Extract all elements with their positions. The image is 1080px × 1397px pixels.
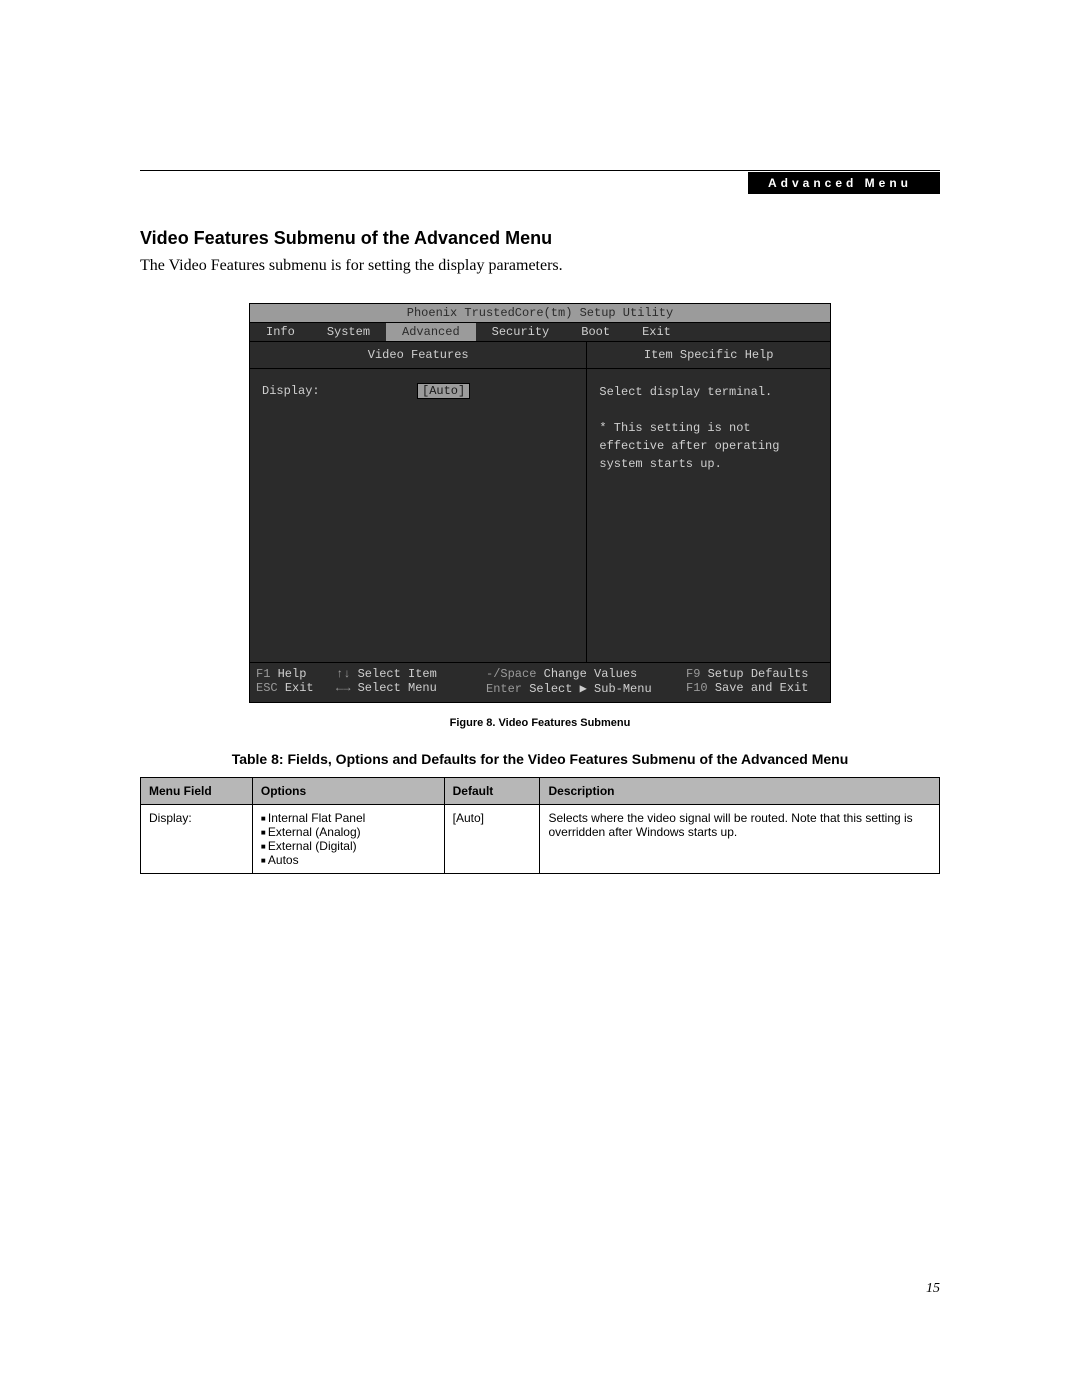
table-row: Display: Internal Flat Panel External (A…: [141, 805, 940, 874]
cell-menu-field: Display:: [141, 805, 253, 874]
th-menu-field: Menu Field: [141, 778, 253, 805]
features-table: Menu Field Options Default Description D…: [140, 777, 940, 874]
document-page: Advanced Menu Video Features Submenu of …: [0, 0, 1080, 1397]
bios-action-save-exit: Save and Exit: [715, 681, 809, 695]
top-horizontal-rule: [140, 170, 940, 171]
bios-menu-boot[interactable]: Boot: [565, 323, 626, 341]
option-item: Autos: [261, 853, 436, 867]
bios-display-label: Display:: [262, 384, 417, 398]
bios-menu-security[interactable]: Security: [476, 323, 566, 341]
bios-left-pane-title: Video Features: [250, 342, 586, 369]
page-number: 15: [926, 1281, 940, 1297]
bios-key-leftright: ←→: [336, 681, 350, 695]
figure-caption: Figure 8. Video Features Submenu: [140, 717, 940, 729]
bios-help-note: * This setting is not effective after op…: [599, 419, 818, 473]
bios-setting-row-display[interactable]: Display: [Auto]: [262, 383, 574, 399]
bios-key-enter: Enter: [486, 682, 522, 696]
bios-footer-row1: F1 Help ↑↓ Select Item -/Space Change Va…: [256, 667, 824, 681]
bios-action-help: Help: [278, 667, 307, 681]
table-header-row: Menu Field Options Default Description: [141, 778, 940, 805]
bios-key-space: -/Space: [486, 667, 536, 681]
bios-action-change-values: Change Values: [544, 667, 638, 681]
bios-left-content: Display: [Auto]: [250, 369, 586, 662]
option-item: External (Analog): [261, 825, 436, 839]
bios-action-select-menu: Select Menu: [358, 681, 437, 695]
bios-key-f9: F9: [686, 667, 700, 681]
bios-help-line1: Select display terminal.: [599, 383, 818, 401]
th-default: Default: [444, 778, 540, 805]
section-badge: Advanced Menu: [748, 172, 940, 194]
section-heading: Video Features Submenu of the Advanced M…: [140, 228, 940, 249]
bios-right-pane: Item Specific Help Select display termin…: [587, 342, 830, 662]
th-description: Description: [540, 778, 940, 805]
bios-footer-row2: ESC Exit ←→ Select Menu Enter Select ▶ S…: [256, 681, 824, 696]
cell-options: Internal Flat Panel External (Analog) Ex…: [252, 805, 444, 874]
bios-menu-info[interactable]: Info: [250, 323, 311, 341]
section-intro-text: The Video Features submenu is for settin…: [140, 257, 940, 275]
bios-body: Video Features Display: [Auto] Item Spec…: [250, 342, 830, 663]
bios-menu-system[interactable]: System: [311, 323, 386, 341]
th-options: Options: [252, 778, 444, 805]
bios-action-exit: Exit: [285, 681, 314, 695]
bios-action-select-submenu: Select ▶ Sub-Menu: [529, 682, 651, 696]
option-item: External (Digital): [261, 839, 436, 853]
bios-menu-advanced[interactable]: Advanced: [386, 323, 476, 341]
table-title: Table 8: Fields, Options and Defaults fo…: [140, 751, 940, 767]
bios-key-f1: F1: [256, 667, 270, 681]
bios-key-f10: F10: [686, 681, 708, 695]
bios-footer: F1 Help ↑↓ Select Item -/Space Change Va…: [250, 663, 830, 702]
option-item: Internal Flat Panel: [261, 811, 436, 825]
bios-screenshot: Phoenix TrustedCore(tm) Setup Utility In…: [249, 303, 831, 703]
bios-title-bar: Phoenix TrustedCore(tm) Setup Utility: [250, 304, 830, 323]
bios-help-text: Select display terminal. * This setting …: [587, 369, 830, 662]
bios-action-setup-defaults: Setup Defaults: [708, 667, 809, 681]
bios-display-value[interactable]: [Auto]: [417, 383, 470, 399]
bios-right-pane-title: Item Specific Help: [587, 342, 830, 369]
bios-action-select-item: Select Item: [358, 667, 437, 681]
bios-key-updown: ↑↓: [336, 667, 350, 681]
cell-description: Selects where the video signal will be r…: [540, 805, 940, 874]
bios-key-esc: ESC: [256, 681, 278, 695]
cell-default: [Auto]: [444, 805, 540, 874]
bios-left-pane: Video Features Display: [Auto]: [250, 342, 587, 662]
bios-menu-exit[interactable]: Exit: [626, 323, 687, 341]
bios-menu-bar: Info System Advanced Security Boot Exit: [250, 323, 830, 342]
